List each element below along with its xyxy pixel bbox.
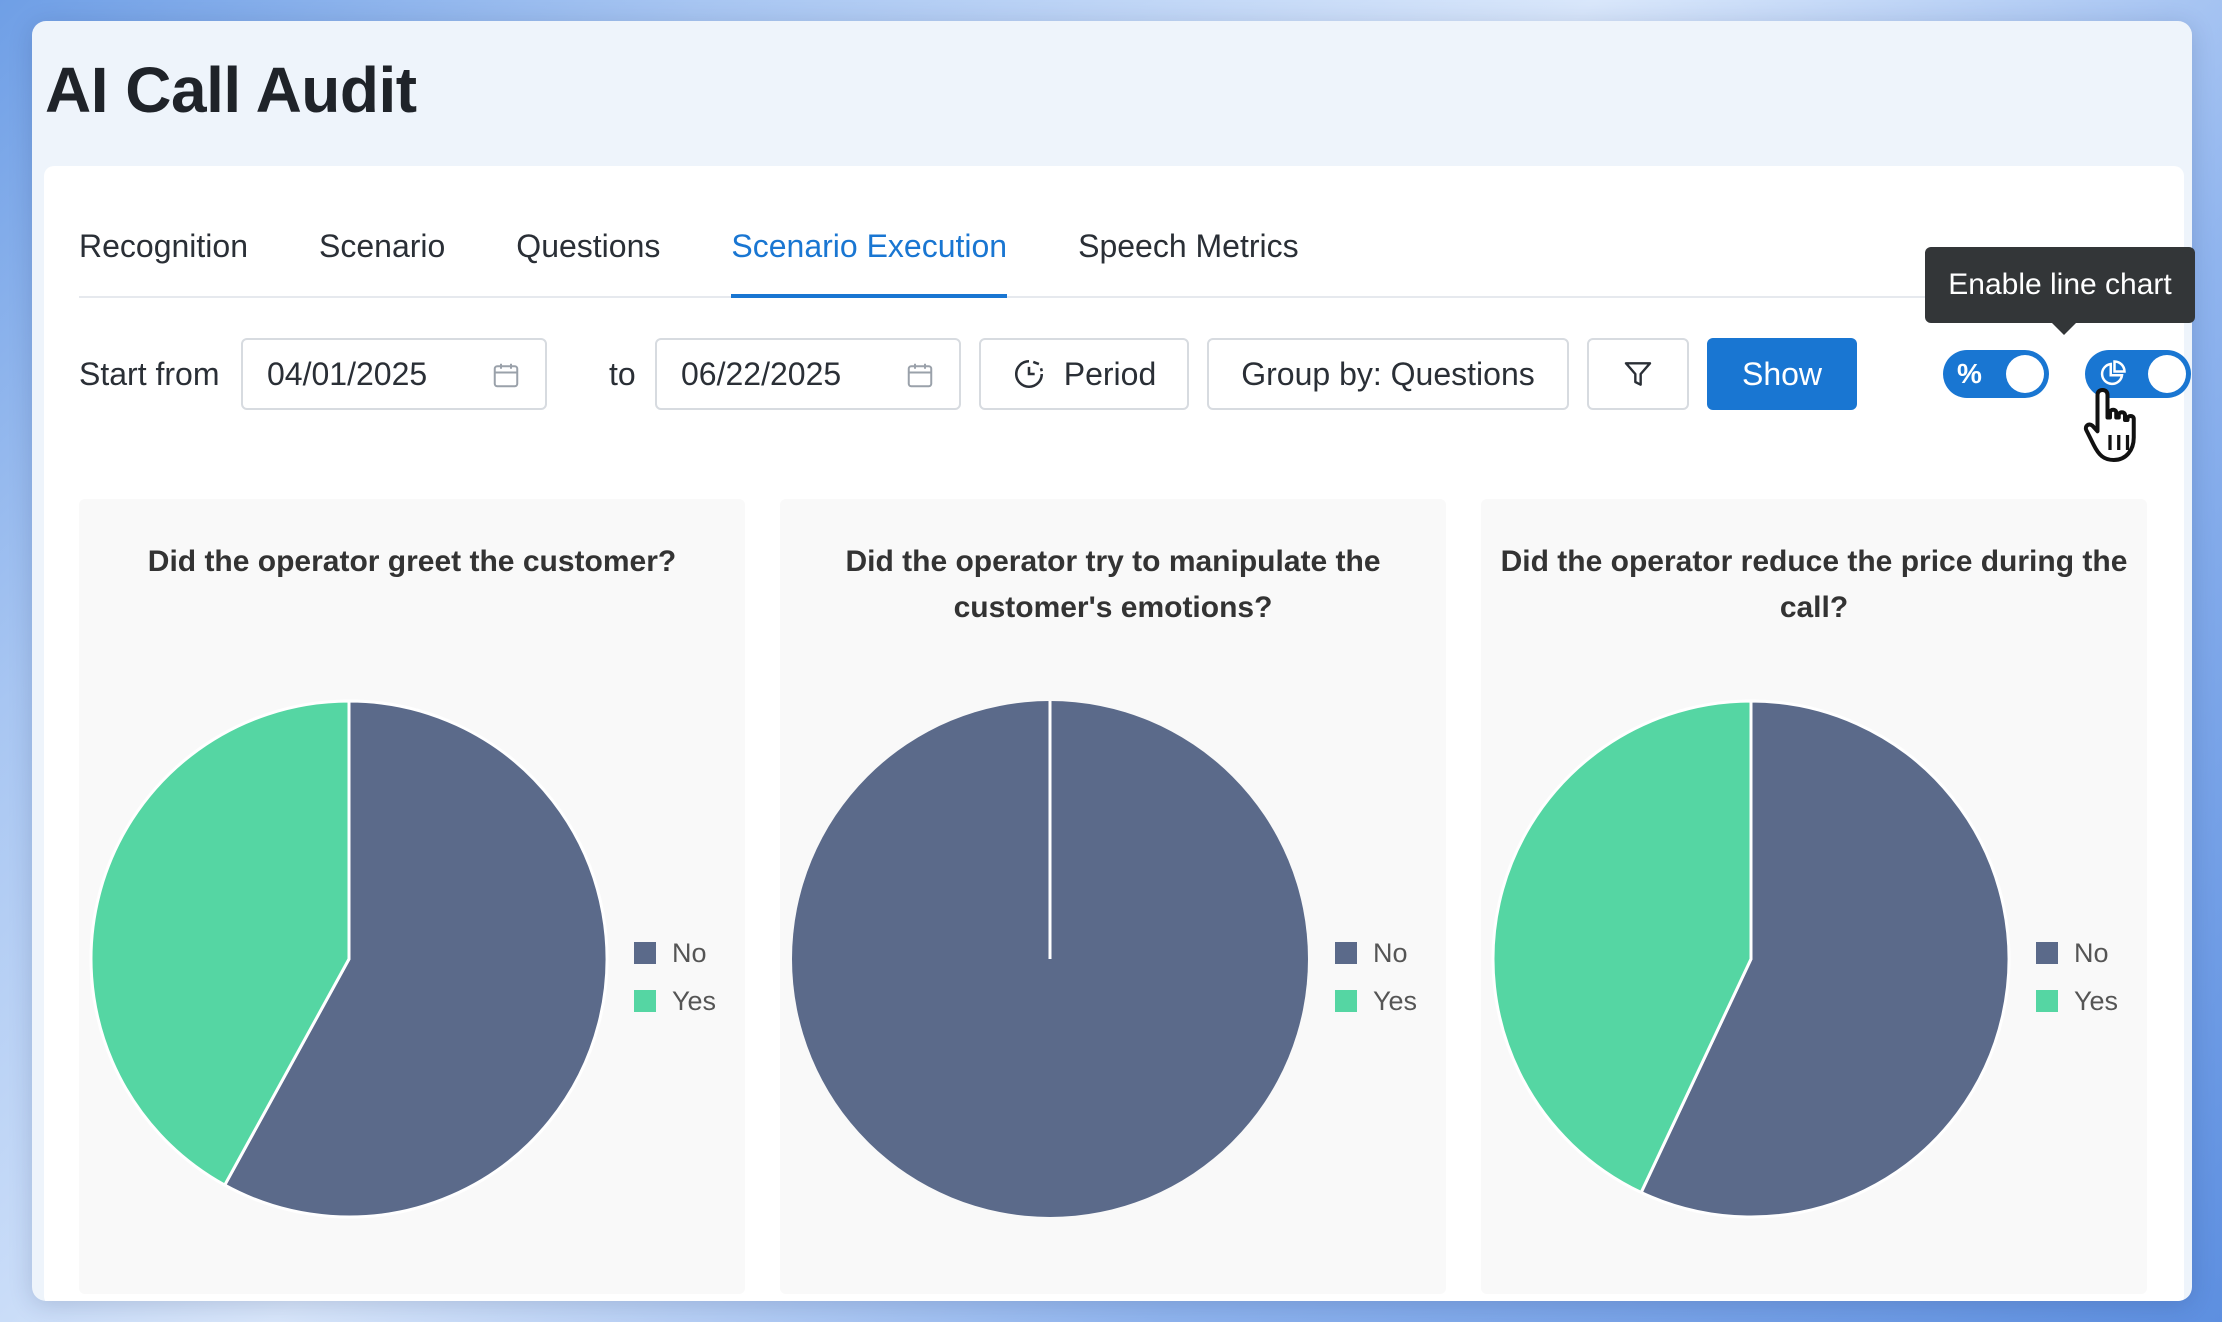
legend-swatch-no	[634, 942, 656, 964]
to-label: to	[609, 356, 636, 392]
hand-cursor-icon	[2083, 388, 2136, 462]
tab-questions[interactable]: Questions	[516, 216, 660, 296]
filter-button[interactable]	[1587, 338, 1689, 410]
tab-scenario[interactable]: Scenario	[319, 216, 445, 296]
show-button[interactable]: Show	[1707, 338, 1857, 410]
legend-label: Yes	[2074, 985, 2119, 1016]
start-from-label: Start from	[79, 356, 220, 392]
filter-icon	[1624, 362, 1652, 386]
chart-legend: No Yes	[634, 929, 716, 1025]
legend-label: Yes	[672, 985, 717, 1016]
legend-label: No	[672, 937, 707, 968]
end-date-input[interactable]: 06/22/2025	[655, 338, 961, 410]
legend-item-yes[interactable]: Yes	[2036, 977, 2118, 1025]
start-date-input[interactable]: 04/01/2025	[241, 338, 547, 410]
toggle-knob	[2148, 355, 2186, 393]
period-label: Period	[1063, 355, 1157, 392]
chart-title: Did the operator reduce the price during…	[1500, 545, 2128, 624]
chart-title: Did the operator greet the customer?	[147, 545, 677, 578]
legend-swatch-yes	[2036, 990, 2058, 1012]
app-window: AI Call Audit Recognition Scenario Quest…	[32, 21, 2192, 1301]
chart-card: Did the operator reduce the price during…	[1481, 499, 2147, 1294]
legend-item-yes[interactable]: Yes	[1335, 977, 1417, 1025]
tab-scenario-execution[interactable]: Scenario Execution	[731, 216, 1007, 298]
chart-title: Did the operator try to manipulate the c…	[845, 545, 1381, 624]
legend-item-yes[interactable]: Yes	[634, 977, 716, 1025]
period-button[interactable]: Period	[979, 338, 1189, 410]
tab-speech-metrics[interactable]: Speech Metrics	[1078, 216, 1299, 296]
legend-swatch-yes	[634, 990, 656, 1012]
percent-glyph: %	[1957, 358, 1982, 389]
legend-item-no[interactable]: No	[2036, 929, 2118, 977]
legend-label: Yes	[1373, 985, 1418, 1016]
page-title: AI Call Audit	[45, 54, 417, 126]
group-by-label: Group by: Questions	[1241, 355, 1535, 392]
legend-item-no[interactable]: No	[1335, 929, 1417, 977]
pie-chart	[1491, 699, 2011, 1219]
tab-bar: Recognition Scenario Questions Scenario …	[79, 216, 2149, 298]
calendar-icon[interactable]	[491, 360, 521, 390]
legend-item-no[interactable]: No	[634, 929, 716, 977]
percent-toggle[interactable]: %	[1943, 350, 2049, 398]
chart-legend: No Yes	[1335, 929, 1417, 1025]
clock-icon	[1014, 359, 1043, 389]
chart-legend: No Yes	[2036, 929, 2118, 1025]
filter-toolbar: Start from 04/01/2025 to 06/22/2025 Peri…	[79, 338, 2191, 410]
calendar-icon[interactable]	[905, 360, 935, 390]
legend-swatch-yes	[1335, 990, 1357, 1012]
pie-chart	[792, 701, 1308, 1217]
end-date-value: 06/22/2025	[681, 355, 842, 392]
start-date-value: 04/01/2025	[267, 355, 428, 392]
legend-label: No	[1373, 937, 1408, 968]
legend-swatch-no	[2036, 942, 2058, 964]
group-by-button[interactable]: Group by: Questions	[1207, 338, 1569, 410]
chart-card: Did the operator greet the customer? No …	[79, 499, 745, 1294]
main-panel: Recognition Scenario Questions Scenario …	[44, 166, 2191, 1301]
legend-label: No	[2074, 937, 2109, 968]
pie-chart	[89, 699, 609, 1219]
legend-swatch-no	[1335, 942, 1357, 964]
chart-cards: Did the operator greet the customer? No …	[79, 499, 2159, 1299]
toggle-knob	[2006, 355, 2044, 393]
tooltip: Enable line chart	[1925, 247, 2195, 335]
chart-card: Did the operator try to manipulate the c…	[780, 499, 1446, 1294]
tab-recognition[interactable]: Recognition	[79, 216, 248, 296]
